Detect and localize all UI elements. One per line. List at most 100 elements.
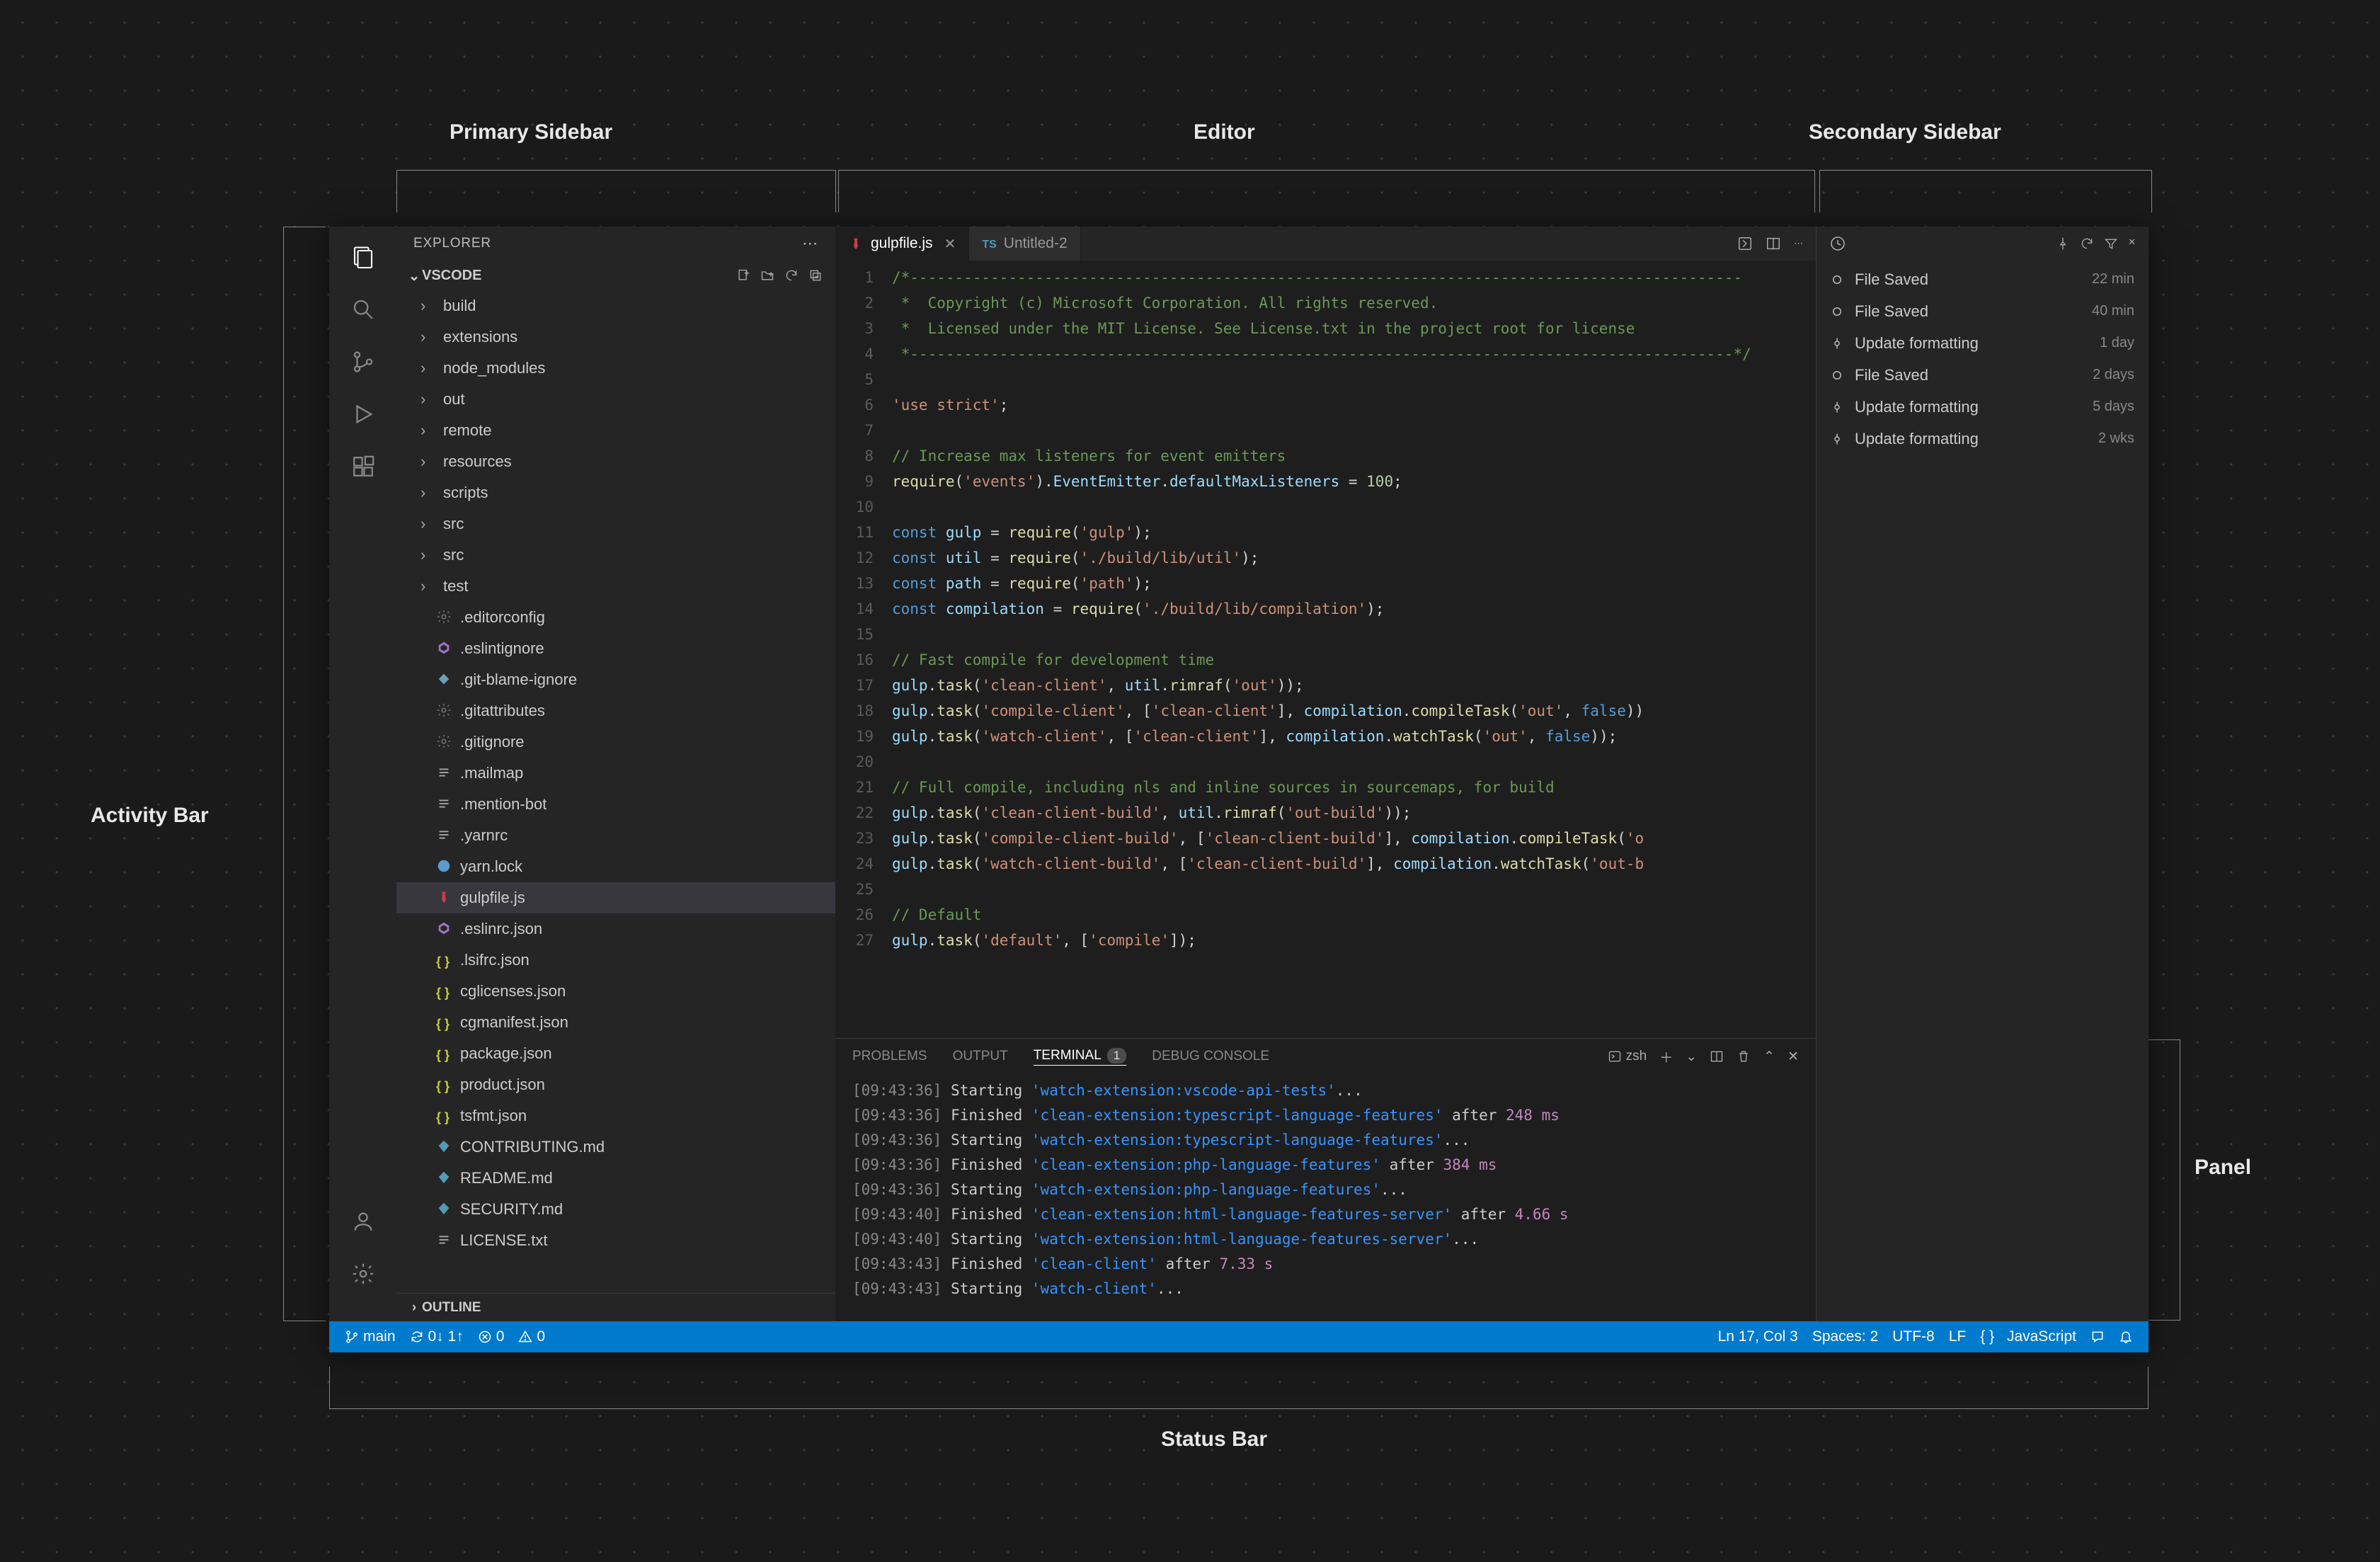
folder-row[interactable]: ›extensions xyxy=(396,321,835,353)
close-panel-icon[interactable]: ✕ xyxy=(1787,1049,1799,1065)
activity-run-debug-icon[interactable] xyxy=(345,397,381,432)
file-row[interactable]: { }tsfmt.json xyxy=(396,1100,835,1131)
status-cursor[interactable]: Ln 17, Col 3 xyxy=(1711,1328,1805,1345)
status-errors[interactable]: 0 xyxy=(471,1328,512,1345)
file-row[interactable]: README.md xyxy=(396,1163,835,1194)
annotation-panel: Panel xyxy=(2195,1156,2251,1180)
sidebar-more-icon[interactable]: ⋯ xyxy=(802,234,818,253)
file-row[interactable]: LICENSE.txt xyxy=(396,1225,835,1256)
timeline-item[interactable]: File Saved40 min xyxy=(1817,295,2149,327)
primary-sidebar: EXPLORER ⋯ ⌄ VSCODE ›build›extensions›no… xyxy=(396,227,835,1321)
timeline-item[interactable]: Update formatting2 wks xyxy=(1817,423,2149,455)
folder-row[interactable]: ›build xyxy=(396,290,835,321)
file-row[interactable]: gulpfile.js xyxy=(396,882,835,913)
panel-tab-problems[interactable]: PROBLEMS xyxy=(852,1049,927,1064)
close-secondary-icon[interactable]: ✕ xyxy=(2128,236,2136,251)
panel-tab-terminal[interactable]: TERMINAL 1 xyxy=(1034,1048,1127,1066)
folder-row[interactable]: ›node_modules xyxy=(396,353,835,384)
timeline-item[interactable]: Update formatting1 day xyxy=(1817,327,2149,359)
status-warnings[interactable]: 0 xyxy=(511,1328,552,1345)
status-sync[interactable]: 0↓ 1↑ xyxy=(403,1328,471,1345)
tab-more-icon[interactable]: ⋯ xyxy=(1794,238,1803,249)
run-file-icon[interactable] xyxy=(1737,236,1753,251)
file-row[interactable]: yarn.lock xyxy=(396,851,835,882)
file-row[interactable]: .mailmap xyxy=(396,758,835,789)
file-row[interactable]: .gitattributes xyxy=(396,695,835,726)
folder-row[interactable]: ›resources xyxy=(396,446,835,477)
sidebar-section-header[interactable]: ⌄ VSCODE xyxy=(396,261,835,290)
file-row[interactable]: { }product.json xyxy=(396,1069,835,1100)
panel-tab-output[interactable]: OUTPUT xyxy=(953,1049,1008,1064)
terminal-line: [09:43:36] Starting 'watch-extension:vsc… xyxy=(852,1078,1799,1103)
activity-search-icon[interactable] xyxy=(345,292,381,327)
outline-section-header[interactable]: › OUTLINE xyxy=(396,1293,835,1321)
file-row[interactable]: { }cglicenses.json xyxy=(396,976,835,1007)
file-icon xyxy=(436,1170,453,1187)
terminal-dropdown-icon[interactable]: ⌄ xyxy=(1686,1049,1697,1065)
refresh-icon[interactable] xyxy=(784,268,801,283)
sidebar-title: EXPLORER xyxy=(413,236,491,251)
maximize-panel-icon[interactable]: ⌃ xyxy=(1763,1049,1775,1065)
file-row[interactable]: .gitignore xyxy=(396,726,835,758)
activity-account-icon[interactable] xyxy=(345,1204,381,1239)
split-editor-icon[interactable] xyxy=(1766,236,1781,251)
branch-name: main xyxy=(363,1328,396,1345)
file-row[interactable]: .git-blame-ignore xyxy=(396,664,835,695)
file-name: package.json xyxy=(460,1044,552,1063)
pin-icon[interactable] xyxy=(2056,236,2070,251)
file-row[interactable]: .eslintignore xyxy=(396,633,835,664)
folder-row[interactable]: ›scripts xyxy=(396,477,835,508)
status-bell-icon[interactable] xyxy=(2112,1328,2140,1345)
file-row[interactable]: { }.lsifrc.json xyxy=(396,945,835,976)
activity-explorer-icon[interactable] xyxy=(345,239,381,275)
terminal-shell-indicator[interactable]: zsh xyxy=(1608,1049,1647,1064)
timeline-item[interactable]: File Saved2 days xyxy=(1817,359,2149,391)
status-spaces[interactable]: Spaces: 2 xyxy=(1805,1328,1885,1345)
file-row[interactable]: CONTRIBUTING.md xyxy=(396,1131,835,1163)
file-name: SECURITY.md xyxy=(460,1200,563,1219)
editor-tab[interactable]: gulpfile.js✕ xyxy=(835,227,969,261)
chevron-right-icon: › xyxy=(420,577,436,595)
file-row[interactable]: .mention-bot xyxy=(396,789,835,820)
status-bar: main 0↓ 1↑ 0 0 Ln 17, Col 3 Spaces: 2 UT… xyxy=(329,1321,2149,1352)
file-row[interactable]: { }cgmanifest.json xyxy=(396,1007,835,1038)
new-file-icon[interactable] xyxy=(736,268,753,283)
editor-tab[interactable]: TSUntitled-2 xyxy=(969,227,1080,261)
activity-extensions-icon[interactable] xyxy=(345,449,381,484)
split-terminal-icon[interactable] xyxy=(1710,1049,1724,1064)
folder-row[interactable]: ›src xyxy=(396,508,835,540)
file-row[interactable]: { }package.json xyxy=(396,1038,835,1069)
tab-close-icon[interactable]: ✕ xyxy=(944,235,956,253)
status-branch[interactable]: main xyxy=(338,1328,403,1345)
status-eol[interactable]: LF xyxy=(1942,1328,1974,1345)
code-editor[interactable]: 1234567891011121314151617181920212223242… xyxy=(835,261,1816,1038)
timeline-item[interactable]: Update formatting5 days xyxy=(1817,391,2149,423)
activity-settings-icon[interactable] xyxy=(345,1256,381,1292)
collapse-all-icon[interactable] xyxy=(808,268,825,283)
timeline-refresh-icon[interactable] xyxy=(2080,236,2094,251)
folder-row[interactable]: ›test xyxy=(396,571,835,602)
activity-source-control-icon[interactable] xyxy=(345,344,381,380)
status-language[interactable]: { } JavaScript xyxy=(1973,1328,2083,1345)
timeline-item[interactable]: File Saved22 min xyxy=(1817,263,2149,295)
folder-row[interactable]: ›src xyxy=(396,540,835,571)
new-terminal-icon[interactable]: ＋ xyxy=(1659,1047,1673,1066)
file-row[interactable]: SECURITY.md xyxy=(396,1194,835,1225)
timeline-label: File Saved xyxy=(1855,270,1928,289)
folder-row[interactable]: ›remote xyxy=(396,415,835,446)
new-folder-icon[interactable] xyxy=(760,268,777,283)
file-icon: { } xyxy=(436,983,453,1000)
status-feedback-icon[interactable] xyxy=(2083,1328,2112,1345)
file-row[interactable]: .eslinrc.json xyxy=(396,913,835,945)
kill-terminal-icon[interactable] xyxy=(1737,1049,1751,1064)
chevron-right-icon: › xyxy=(420,452,436,471)
folder-row[interactable]: ›out xyxy=(396,384,835,415)
status-encoding[interactable]: UTF-8 xyxy=(1885,1328,1942,1345)
panel-tab-debug-console[interactable]: DEBUG CONSOLE xyxy=(1152,1049,1269,1064)
file-row[interactable]: .editorconfig xyxy=(396,602,835,633)
save-icon xyxy=(1831,305,1846,318)
terminal-output[interactable]: [09:43:36] Starting 'watch-extension:vsc… xyxy=(835,1074,1816,1321)
file-name: CONTRIBUTING.md xyxy=(460,1138,605,1156)
filter-icon[interactable] xyxy=(2104,236,2118,251)
file-row[interactable]: .yarnrc xyxy=(396,820,835,851)
